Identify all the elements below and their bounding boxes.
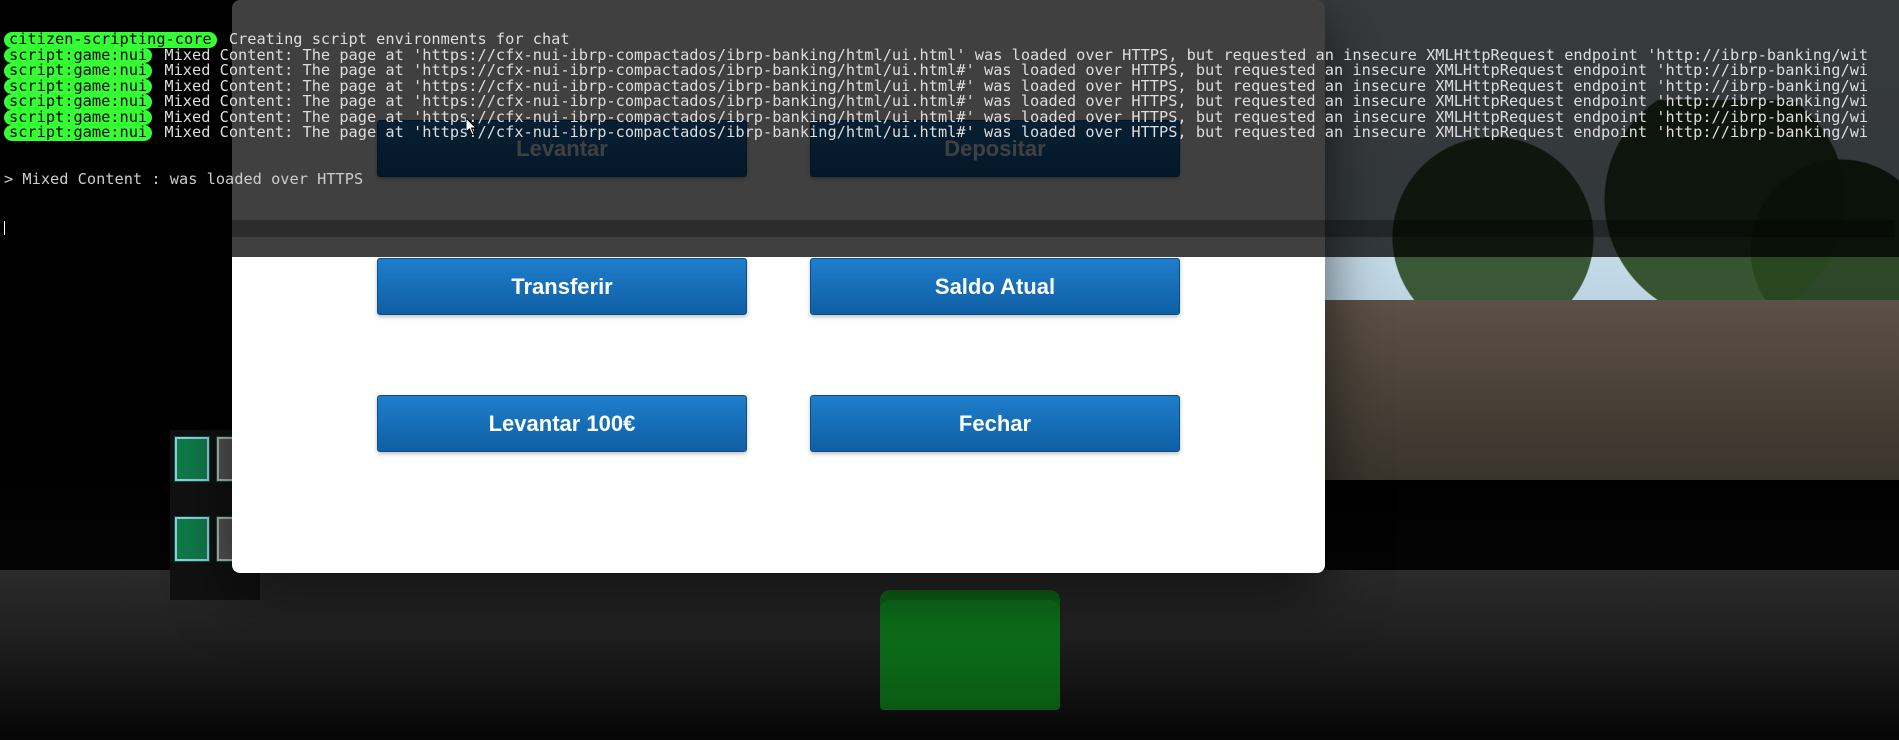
withdraw-100-button[interactable]: Levantar 100€ [377,395,747,452]
debug-console: citizen-scripting-core Creating script e… [0,0,1899,257]
balance-button[interactable]: Saldo Atual [810,258,1180,315]
console-line: script:game:nui Mixed Content: The page … [4,125,1895,141]
console-message: Mixed Content: The page at 'https://cfx-… [155,123,1868,141]
console-input[interactable] [4,220,1895,237]
console-prompt: > Mixed Content : was loaded over HTTPS [4,172,1895,188]
close-button[interactable]: Fechar [810,395,1180,452]
console-source-tag: script:game:nui [4,125,152,141]
transfer-button[interactable]: Transferir [377,258,747,315]
